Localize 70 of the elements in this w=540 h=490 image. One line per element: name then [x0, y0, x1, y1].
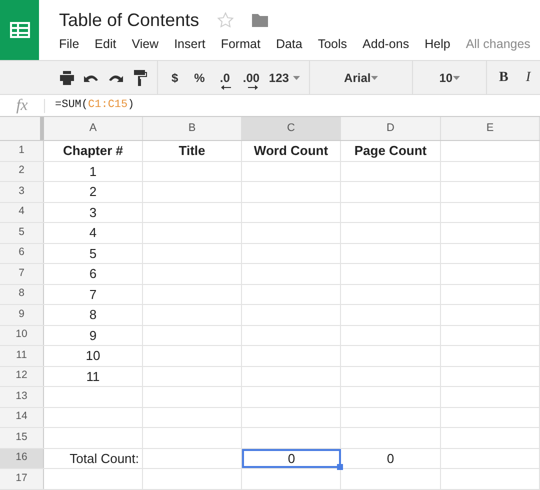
menu-item[interactable]: Data [276, 34, 302, 54]
sheets-logo[interactable] [0, 0, 39, 60]
row-header[interactable]: 13 [0, 387, 44, 406]
menu-item[interactable]: Add-ons [362, 34, 410, 54]
star-icon[interactable] [217, 12, 234, 28]
column-header[interactable]: A [44, 117, 143, 140]
menu-item[interactable]: File [59, 34, 80, 54]
row-header[interactable]: 16 [0, 448, 44, 468]
right-arrow-icon [248, 84, 258, 90]
table-cell[interactable]: Title [143, 141, 242, 160]
format-button[interactable]: $ [163, 66, 187, 90]
table-cell[interactable]: Page Count [341, 141, 441, 160]
table-cell[interactable]: 0 [242, 448, 341, 468]
table-cell[interactable]: 8 [44, 305, 143, 324]
number-format-button[interactable]: 123 [264, 66, 304, 90]
table-cell[interactable]: 9 [44, 326, 143, 345]
table-cell[interactable]: 5 [44, 244, 143, 263]
row-header[interactable]: 15 [0, 428, 44, 448]
caret-icon [292, 76, 300, 80]
decimal-button[interactable]: .00 [238, 66, 264, 90]
row-header[interactable]: 4 [0, 202, 44, 222]
row-header[interactable]: 12 [0, 366, 44, 386]
table-cell[interactable]: 10 [44, 346, 143, 366]
format-button[interactable]: % [188, 66, 212, 90]
folder-icon[interactable] [252, 14, 268, 26]
formula-text[interactable]: =SUM(C1:C15) [55, 97, 134, 114]
caret-icon [452, 76, 460, 80]
column-header[interactable]: C [242, 117, 341, 140]
menu-item[interactable]: Tools [318, 34, 348, 54]
row-header[interactable]: 8 [0, 284, 44, 304]
decimal-button[interactable]: .0 [212, 66, 238, 90]
row-header[interactable]: 17 [0, 469, 44, 488]
row-header[interactable]: 6 [0, 244, 44, 263]
table-cell[interactable]: Word Count [242, 141, 341, 160]
row-header[interactable]: 5 [0, 223, 44, 242]
menu-item[interactable]: Insert [174, 34, 206, 54]
table-cell[interactable]: 1 [44, 162, 143, 181]
table-cell[interactable]: 7 [44, 284, 143, 304]
menu-item[interactable]: Format [220, 34, 260, 54]
menu-item[interactable]: Edit [94, 34, 116, 54]
table-cell[interactable]: 11 [44, 366, 143, 386]
row-header[interactable]: 3 [0, 182, 44, 202]
font-size-select[interactable]: 10 [418, 66, 481, 90]
table-cell[interactable]: 4 [44, 223, 143, 242]
row-header[interactable]: 2 [0, 162, 44, 181]
table-cell[interactable]: 6 [44, 264, 143, 284]
font-select[interactable]: Arial [314, 66, 407, 90]
row-header[interactable]: 9 [0, 305, 44, 324]
table-cell[interactable]: 2 [44, 182, 143, 202]
document-title[interactable]: Table of Contents [59, 6, 200, 34]
row-header[interactable]: 7 [0, 264, 44, 284]
italic-button[interactable]: I [516, 66, 540, 90]
column-header[interactable]: D [341, 117, 441, 140]
row-header[interactable]: 14 [0, 408, 44, 427]
caret-icon [370, 76, 378, 80]
table-cell[interactable]: 0 [341, 448, 441, 468]
bold-button[interactable]: B [492, 66, 516, 90]
column-header[interactable]: E [441, 117, 540, 140]
save-status: All changes [466, 36, 530, 53]
function-label: fx [15, 96, 29, 116]
menu-item[interactable]: View [132, 34, 159, 54]
fill-handle[interactable] [337, 464, 343, 470]
menu-item[interactable]: Help [424, 34, 450, 54]
table-cell[interactable]: Total Count: [44, 448, 143, 468]
row-header[interactable]: 1 [0, 141, 44, 160]
left-arrow-icon [221, 84, 232, 90]
table-cell[interactable]: Chapter # [44, 141, 143, 160]
row-header[interactable]: 11 [0, 346, 44, 366]
row-header[interactable]: 10 [0, 326, 44, 345]
table-cell[interactable]: 3 [44, 202, 143, 222]
